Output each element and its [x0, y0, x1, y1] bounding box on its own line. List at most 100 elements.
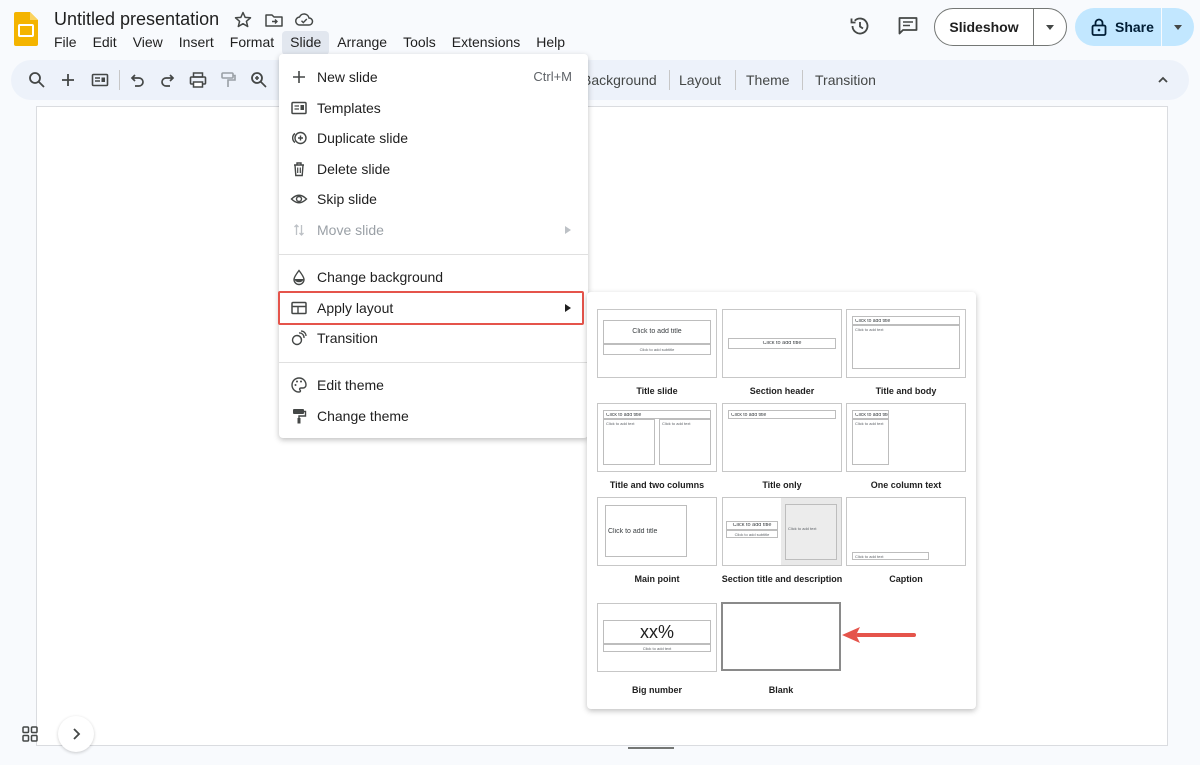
menu-item-label: Edit theme	[317, 377, 384, 393]
share-dropdown-button[interactable]	[1163, 8, 1193, 46]
version-history-icon[interactable]	[848, 14, 872, 38]
search-icon[interactable]	[27, 70, 47, 90]
layout-title-only[interactable]: Click to add title Title only	[722, 403, 842, 503]
subtitle-placeholder: Click to add subtitle	[726, 530, 778, 538]
placeholder-text: Click to add title	[732, 523, 772, 528]
speaker-notes-drag-handle[interactable]	[628, 747, 674, 749]
caret-down-icon	[1174, 25, 1182, 30]
menu-help[interactable]: Help	[528, 31, 573, 55]
layout-blank[interactable]: Blank	[721, 602, 841, 702]
print-icon[interactable]	[188, 70, 208, 90]
grid-view-icon	[22, 726, 38, 742]
toolbar-divider	[119, 70, 120, 90]
paint-roller-icon	[293, 409, 307, 424]
menu-item-edit-theme[interactable]: Edit theme	[279, 370, 588, 400]
menu-item-transition[interactable]: Transition	[279, 323, 588, 353]
toolbar-background-button[interactable]: Background	[582, 60, 657, 100]
shortcut-label: Ctrl+M	[533, 69, 572, 84]
title-placeholder: Click to add title	[728, 410, 836, 419]
layout-name: Title and body	[875, 386, 937, 396]
layout-section-title-and-description[interactable]: Click to add title Click to add subtitle…	[722, 497, 842, 597]
toolbar-divider	[802, 70, 803, 90]
submenu-arrow-icon	[565, 226, 571, 234]
menu-format[interactable]: Format	[222, 31, 282, 55]
eye-icon	[290, 194, 308, 204]
chevron-right-icon	[73, 728, 81, 740]
menu-item-label: Apply layout	[317, 300, 394, 316]
menu-item-label: Skip slide	[317, 191, 377, 207]
layout-big-number[interactable]: xx% Click to add text Big number	[597, 603, 717, 703]
menu-item-delete-slide[interactable]: Delete slide	[279, 154, 588, 184]
layout-one-column-text[interactable]: Click to add title Click to add text One…	[846, 403, 966, 503]
menu-divider	[279, 362, 588, 363]
menu-extensions[interactable]: Extensions	[444, 31, 528, 55]
placeholder-text: Click to add text	[642, 646, 672, 651]
placeholder-text: Click to add subtitle	[639, 348, 675, 352]
title-placeholder: Click to add title	[852, 316, 960, 325]
new-slide-layout-icon[interactable]	[90, 70, 110, 90]
slideshow-button-group: Slideshow	[934, 8, 1067, 46]
menu-edit[interactable]: Edit	[85, 31, 125, 55]
undo-icon[interactable]	[127, 70, 147, 90]
cloud-saved-icon[interactable]	[294, 10, 314, 30]
layout-name: Main point	[634, 574, 680, 584]
layout-title-slide[interactable]: Click to add title Click to add subtitle…	[597, 309, 717, 409]
toolbar-transition-button[interactable]: Transition	[815, 60, 876, 100]
placeholder-text: Click to add subtitle	[734, 532, 770, 537]
placeholder-text: Click to add title	[855, 412, 888, 418]
menu-item-skip-slide[interactable]: Skip slide	[279, 184, 588, 214]
zoom-icon[interactable]	[249, 70, 269, 90]
paint-format-icon[interactable]	[218, 70, 238, 90]
comments-icon[interactable]	[896, 14, 920, 38]
slideshow-button[interactable]: Slideshow	[935, 9, 1033, 45]
menu-view[interactable]: View	[125, 31, 171, 55]
placeholder-text: Click to add title	[855, 318, 891, 324]
star-icon[interactable]	[233, 10, 253, 30]
menu-item-label: Transition	[317, 330, 378, 346]
column-placeholder: Click to add text	[603, 419, 655, 465]
slides-logo-icon[interactable]	[14, 12, 38, 46]
toolbar-theme-button[interactable]: Theme	[746, 60, 790, 100]
move-to-folder-icon[interactable]	[264, 10, 284, 30]
menu-tools[interactable]: Tools	[395, 31, 444, 55]
doc-title[interactable]: Untitled presentation	[54, 9, 219, 30]
menu-item-change-theme[interactable]: Change theme	[279, 401, 588, 431]
menu-item-new-slide[interactable]: New slide Ctrl+M	[279, 62, 588, 92]
layout-section-header[interactable]: Click to add title Section header	[722, 309, 842, 409]
caret-down-icon	[1046, 25, 1054, 30]
menu-item-duplicate-slide[interactable]: Duplicate slide	[279, 123, 588, 153]
slideshow-dropdown-button[interactable]	[1034, 9, 1066, 45]
header: Untitled presentation File Edit View Ins…	[0, 0, 1200, 60]
title-placeholder: Click to add title	[603, 410, 711, 419]
grid-view-button[interactable]	[12, 716, 48, 752]
toolbar-layout-button[interactable]: Layout	[679, 60, 721, 100]
layout-name: One column text	[870, 480, 942, 490]
menu-file[interactable]: File	[46, 31, 85, 55]
redo-icon[interactable]	[158, 70, 178, 90]
layout-main-point[interactable]: Click to add title Main point	[597, 497, 717, 597]
menu-item-templates[interactable]: Templates	[279, 93, 588, 123]
layout-thumbnail: Click to add title Click to add text	[846, 403, 966, 472]
menu-item-label: Move slide	[317, 222, 384, 238]
layout-title-and-two-columns[interactable]: Click to add title Click to add text Cli…	[597, 403, 717, 503]
menu-item-label: Duplicate slide	[317, 130, 409, 146]
menu-insert[interactable]: Insert	[171, 31, 222, 55]
placeholder-text: Click to add title	[608, 528, 658, 535]
menu-item-change-background[interactable]: Change background	[279, 262, 588, 292]
title-placeholder: Click to add title	[852, 410, 889, 419]
share-button[interactable]: Share	[1115, 8, 1154, 46]
chevron-up-icon[interactable]	[1153, 70, 1173, 90]
layout-caption[interactable]: Click to add text Caption	[846, 497, 966, 597]
layout-title-and-body[interactable]: Click to add title Click to add text Tit…	[846, 309, 966, 409]
menu-item-move-slide[interactable]: Move slide	[279, 215, 588, 245]
menu-item-apply-layout[interactable]: Apply layout	[278, 291, 588, 325]
placeholder-text: Click to add title	[762, 341, 802, 346]
layout-thumbnail: Click to add text	[846, 497, 966, 566]
menu-slide[interactable]: Slide	[282, 31, 330, 55]
palette-icon	[291, 377, 307, 393]
menu-arrange[interactable]: Arrange	[329, 31, 395, 55]
expand-filmstrip-button[interactable]	[58, 716, 94, 752]
layout-thumbnail: Click to add title Click to add subtitle…	[722, 497, 842, 566]
templates-icon	[291, 101, 307, 115]
plus-icon[interactable]	[58, 70, 78, 90]
